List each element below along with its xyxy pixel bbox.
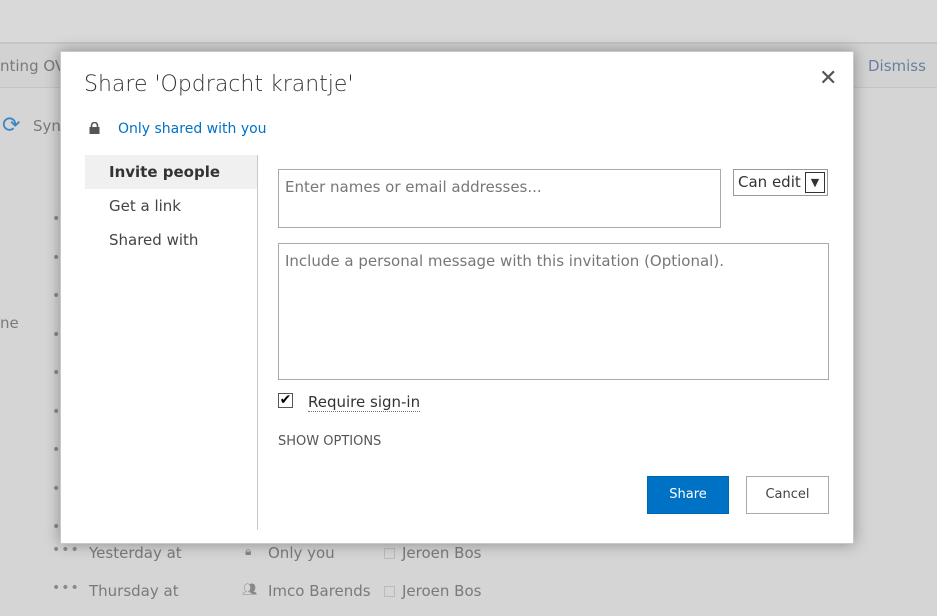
file-row[interactable]: ••• Yesterday at 🔒︎ Only you Jeroen Bos bbox=[52, 542, 502, 568]
more-icon[interactable]: ••• bbox=[52, 580, 80, 596]
lock-icon: 🔒︎ bbox=[245, 544, 252, 558]
sync-icon[interactable]: ⟳ bbox=[2, 113, 20, 138]
require-signin-label[interactable]: Require sign-in bbox=[308, 393, 421, 412]
file-list: ••• Yesterday at 🔒︎ Only you Jeroen Bos … bbox=[52, 540, 502, 616]
permission-select[interactable]: Can edit ▼ bbox=[733, 169, 828, 196]
file-row[interactable]: ••• Thursday at 👥︎ Imco Barends Jeroen B… bbox=[52, 580, 502, 606]
column-fragment: ne bbox=[0, 314, 19, 332]
names-input[interactable]: Enter names or email addresses... bbox=[278, 169, 721, 228]
nav-shared-with[interactable]: Shared with bbox=[85, 223, 257, 257]
share-dialog: Share 'Opdracht krantje' ✕ Only shared w… bbox=[60, 51, 854, 544]
permission-value: Can edit bbox=[738, 173, 801, 191]
modified-cell: Yesterday at bbox=[89, 544, 182, 562]
share-nav: Invite people Get a link Shared with bbox=[85, 155, 257, 257]
top-bar bbox=[0, 0, 937, 42]
modified-by-cell: Jeroen Bos bbox=[402, 582, 482, 600]
close-icon[interactable]: ✕ bbox=[819, 66, 837, 91]
people-icon: 👥︎ bbox=[242, 582, 258, 596]
modified-cell: Thursday at bbox=[89, 582, 179, 600]
nav-get-a-link[interactable]: Get a link bbox=[85, 189, 257, 223]
sync-button[interactable]: Syn bbox=[33, 117, 61, 135]
sharing-cell: Imco Barends bbox=[268, 582, 371, 600]
share-button[interactable]: Share bbox=[647, 476, 729, 514]
lock-icon bbox=[89, 122, 100, 134]
modified-by-cell: Jeroen Bos bbox=[402, 544, 482, 562]
require-signin-checkbox[interactable]: ✔ bbox=[278, 393, 293, 408]
user-presence-icon bbox=[384, 548, 395, 559]
shared-status-link[interactable]: Only shared with you bbox=[118, 121, 267, 137]
cancel-button[interactable]: Cancel bbox=[746, 476, 829, 514]
notice-text: nting OV bbox=[0, 57, 66, 75]
dialog-title: Share 'Opdracht krantje' bbox=[84, 72, 354, 97]
nav-invite-people[interactable]: Invite people bbox=[85, 155, 257, 189]
dismiss-link[interactable]: Dismiss bbox=[868, 57, 926, 75]
user-presence-icon bbox=[384, 586, 395, 597]
chevron-down-icon[interactable]: ▼ bbox=[805, 172, 825, 193]
sharing-cell: Only you bbox=[268, 544, 335, 562]
show-options-link[interactable]: SHOW OPTIONS bbox=[278, 434, 381, 449]
message-textarea[interactable]: Include a personal message with this inv… bbox=[278, 243, 829, 380]
divider bbox=[257, 155, 258, 530]
